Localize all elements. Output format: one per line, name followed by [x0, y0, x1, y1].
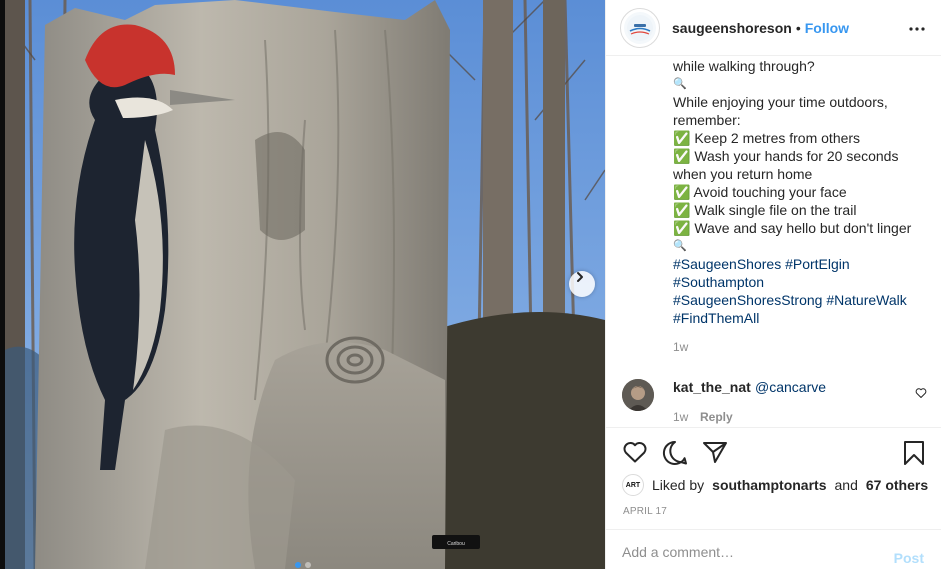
- and-label: and: [834, 477, 858, 493]
- hashtag-link[interactable]: #PortElgin: [785, 256, 850, 272]
- carousel-dot-active: [294, 562, 301, 568]
- woodpecker-carving-image: Caribou: [5, 0, 605, 569]
- caption-checklist-item: ✅ Wave and say hello but don't linger: [673, 220, 912, 236]
- commenter-username[interactable]: kat_the_nat: [673, 379, 751, 395]
- hashtag-link[interactable]: #FindThemAll: [673, 310, 759, 326]
- caption-checklist-item: ✅ Walk single file on the trail: [673, 202, 857, 218]
- plaque-text: Caribou: [447, 541, 465, 547]
- author-avatar[interactable]: [620, 7, 660, 48]
- author-username[interactable]: saugeenshoreson: [672, 20, 792, 36]
- caption-line: while walking through?: [673, 58, 815, 74]
- magnifier-emoji: 🔍: [673, 78, 687, 90]
- share-paper-plane-icon[interactable]: [702, 440, 728, 469]
- save-bookmark-icon[interactable]: [902, 440, 926, 471]
- saugeen-shores-logo-icon: [627, 14, 653, 41]
- caption-line: While enjoying your time outdoors, remem…: [673, 94, 888, 128]
- header-separator: •: [795, 19, 801, 36]
- caption-checklist-item: ✅ Keep 2 metres from others: [673, 130, 861, 146]
- next-image-button[interactable]: [569, 271, 595, 297]
- comment-like-heart-icon[interactable]: [915, 386, 927, 404]
- like-heart-icon[interactable]: [622, 440, 648, 469]
- carousel-indicator: [0, 562, 605, 568]
- reply-button[interactable]: Reply: [700, 410, 733, 424]
- others-likes-link[interactable]: 67 others: [866, 477, 928, 493]
- post-caption: while walking through? 🔍 While enjoying …: [673, 57, 923, 327]
- post-actions: ART Liked by southamptonarts and 67 othe…: [606, 427, 941, 529]
- post-header: saugeenshoreson • Follow: [606, 0, 941, 56]
- follow-button[interactable]: Follow: [805, 20, 849, 36]
- likes-summary: ART Liked by southamptonarts and 67 othe…: [622, 474, 928, 496]
- post-photo[interactable]: Caribou: [0, 0, 605, 569]
- hashtag-link[interactable]: #NatureWalk: [826, 292, 906, 308]
- comment-bubble-icon[interactable]: [662, 440, 688, 471]
- more-options-icon[interactable]: [909, 18, 925, 36]
- add-comment-input[interactable]: [622, 540, 882, 564]
- caption-checklist-item: ✅ Avoid touching your face: [673, 184, 847, 200]
- magnifier-emoji: 🔍: [673, 240, 687, 252]
- add-comment-bar: Post: [606, 529, 941, 569]
- liker-avatar[interactable]: ART: [622, 474, 644, 496]
- liked-by-user-link[interactable]: southamptonarts: [712, 477, 826, 493]
- comment-timestamp[interactable]: 1w: [673, 410, 688, 424]
- post-details-panel: saugeenshoreson • Follow while walking t…: [605, 0, 941, 569]
- hashtag-link[interactable]: #SaugeenShores: [673, 256, 781, 272]
- hashtag-link[interactable]: #SaugeenShoresStrong: [673, 292, 822, 308]
- caption-timestamp[interactable]: 1w: [673, 340, 688, 354]
- hashtag-link[interactable]: #Southampton: [673, 274, 764, 290]
- chevron-right-icon: [577, 272, 583, 282]
- comment-mention-link[interactable]: @cancarve: [755, 379, 826, 395]
- liked-by-label: Liked by: [652, 477, 705, 493]
- caption-checklist-item: ✅ Wash your hands for 20 seconds when yo…: [673, 148, 899, 182]
- comments-scroll-area[interactable]: while walking through? 🔍 While enjoying …: [606, 57, 941, 427]
- carousel-dot: [304, 562, 311, 568]
- post-date[interactable]: APRIL 17: [623, 506, 667, 517]
- comment-item: kat_the_nat @cancarve 1w Reply: [622, 377, 927, 427]
- commenter-avatar[interactable]: [622, 379, 654, 411]
- post-comment-button[interactable]: Post: [894, 550, 924, 566]
